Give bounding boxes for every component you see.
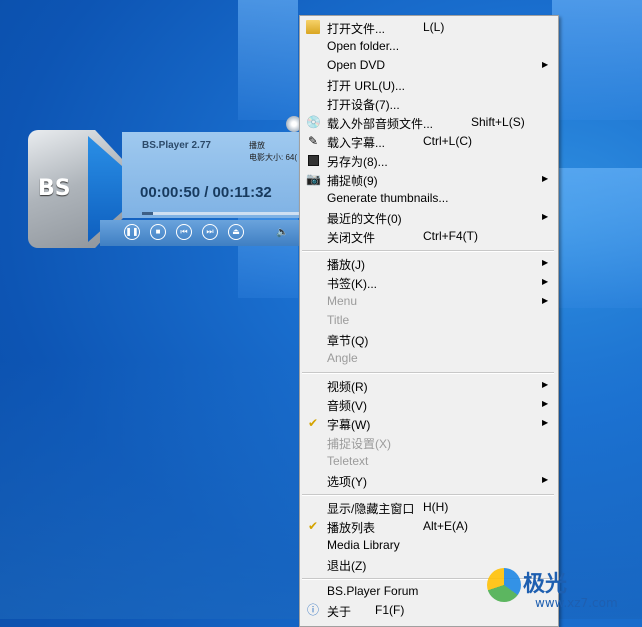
menu-item-capture-frame[interactable]: 📷 捕捉帧(9) ▶ [300, 170, 558, 189]
submenu-arrow-icon: ▶ [542, 418, 549, 427]
menu-item-audio[interactable]: 音频(V) ▶ [300, 395, 558, 414]
submenu-arrow-icon: ▶ [542, 380, 549, 389]
menu-separator [302, 372, 554, 374]
save-icon [308, 155, 319, 166]
submenu-arrow-icon: ▶ [542, 296, 549, 305]
prev-icon[interactable]: ⏮ [176, 224, 192, 240]
eject-icon[interactable]: ⏏ [228, 224, 244, 240]
menu-item-teletext: Teletext [327, 454, 369, 468]
menu-item-bookmarks[interactable]: 书签(K)... ▶ [300, 273, 558, 292]
menu-separator [302, 250, 554, 252]
submenu-arrow-icon: ▶ [542, 277, 549, 286]
desktop-light [238, 0, 298, 120]
bsplayer-window[interactable]: BS BS.Player 2.77 播放 电影大小: 64( 00:00:50 … [28, 130, 308, 250]
desktop-light [552, 0, 642, 120]
camera-icon: 📷 [306, 172, 321, 186]
control-bar: ❚❚ ■ ⏮ ⏭ ⏏ 🔈 [100, 220, 308, 246]
menu-item-recent-files[interactable]: 最近的文件(0) ▶ [300, 208, 558, 227]
menu-item-open-device[interactable]: 打开设备(7)... [300, 94, 558, 113]
menu-item-media-library[interactable]: Media Library [300, 536, 558, 555]
menu-item-toggle-main[interactable]: 显示/隐藏主窗口 H(H) [300, 498, 558, 517]
submenu-arrow-icon: ▶ [542, 60, 549, 69]
playlist-icon: ✔ [307, 519, 319, 533]
submenu-arrow-icon: ▶ [542, 258, 549, 267]
menu-separator [302, 494, 554, 496]
menu-item-options[interactable]: 选项(Y) ▶ [300, 471, 558, 490]
menu-item-video[interactable]: 视频(R) ▶ [300, 376, 558, 395]
movie-size: 电影大小: 64( [249, 153, 298, 162]
submenu-arrow-icon: ▶ [542, 212, 549, 221]
menu-item-title: Title [327, 313, 350, 327]
submenu-arrow-icon: ▶ [542, 475, 549, 484]
menu-item-capture-settings: 捕捉设置(X) [327, 437, 391, 451]
next-icon[interactable]: ⏭ [202, 224, 218, 240]
audio-disc-icon: 💿 [306, 115, 321, 129]
display-panel: BS.Player 2.77 播放 电影大小: 64( 00:00:50 / 0… [122, 132, 308, 218]
menu-item-play[interactable]: 播放(J) ▶ [300, 254, 558, 273]
menu-item-open-dvd[interactable]: Open DVD ▶ [300, 56, 558, 75]
bsplayer-logo: BS [38, 176, 71, 201]
menu-item-thumbnails[interactable]: Generate thumbnails... [300, 189, 558, 208]
watermark-brand: 极光 [523, 572, 568, 597]
submenu-arrow-icon: ▶ [542, 399, 549, 408]
menu-item-load-audio[interactable]: 💿 载入外部音频文件... Shift+L(S) [300, 113, 558, 132]
context-menu: 打开文件... L(L) Open folder... Open DVD ▶ 打… [299, 15, 559, 627]
play-mode: 播放 [249, 141, 265, 150]
folder-icon [306, 20, 320, 34]
menu-item-open-folder[interactable]: Open folder... [300, 37, 558, 56]
menu-item-subtitles[interactable]: ✔ 字幕(W) ▶ [300, 414, 558, 433]
pen-icon: ✎ [307, 134, 319, 148]
stop-icon[interactable]: ■ [150, 224, 166, 240]
menu-item-exit[interactable]: 退出(Z) [300, 555, 558, 574]
about-icon: ⓘ [306, 603, 319, 617]
seek-bar[interactable] [142, 212, 302, 215]
desktop-light [552, 168, 642, 308]
submenu-arrow-icon: ▶ [542, 174, 549, 183]
menu-item-close-file[interactable]: 关闭文件 Ctrl+F4(T) [300, 227, 558, 246]
menu-item-open-file[interactable]: 打开文件... L(L) [300, 18, 558, 37]
menu-item-playlist[interactable]: ✔ 播放列表 Alt+E(A) [300, 517, 558, 536]
menu-item-chapter[interactable]: 章节(Q) [300, 330, 558, 349]
seek-progress [142, 212, 154, 215]
speaker-icon[interactable]: 🔈 [276, 227, 288, 238]
menu-item-menu: Menu ▶ [327, 294, 549, 308]
watermark-url: www.xz7.com [535, 596, 618, 610]
pause-icon[interactable]: ❚❚ [124, 224, 140, 240]
menu-item-load-subtitle[interactable]: ✎ 载入字幕... Ctrl+L(C) [300, 132, 558, 151]
player-title: BS.Player 2.77 [142, 140, 211, 151]
menu-item-about[interactable]: ⓘ 关于 F1(F) [300, 601, 558, 620]
watermark-logo-icon [487, 568, 521, 602]
subtitle-icon: ✔ [307, 416, 319, 430]
menu-item-save-as[interactable]: 另存为(8)... [300, 151, 558, 170]
time-display: 00:00:50 / 00:11:32 [140, 184, 272, 201]
menu-item-open-url[interactable]: 打开 URL(U)... [300, 75, 558, 94]
menu-item-angle: Angle [327, 351, 358, 365]
